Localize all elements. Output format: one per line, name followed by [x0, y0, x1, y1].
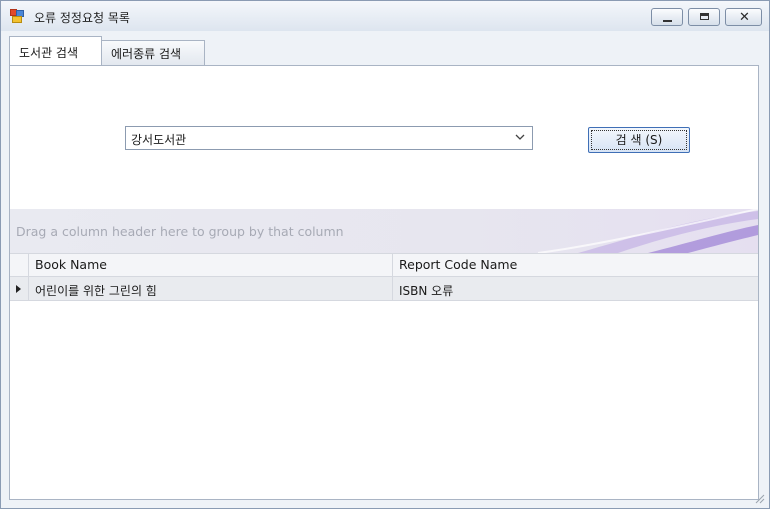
- tab-library-search[interactable]: 도서관 검색: [9, 36, 102, 65]
- column-header-report-code-name[interactable]: Report Code Name: [394, 254, 758, 276]
- results-grid: Drag a column header here to group by th…: [10, 209, 758, 499]
- row-indicator-header: [10, 254, 29, 276]
- table-row[interactable]: 어린이를 위한 그린의 힘 ISBN 오류: [10, 277, 758, 301]
- column-header-book-name[interactable]: Book Name: [29, 254, 393, 276]
- grid-header: Book Name Report Code Name: [10, 253, 758, 277]
- search-button-label: 검 색 (S): [591, 130, 687, 150]
- cell-book-name[interactable]: 어린이를 위한 그린의 힘: [29, 277, 393, 300]
- group-panel-decoration: [538, 209, 758, 253]
- app-icon: [10, 9, 24, 23]
- group-panel[interactable]: Drag a column header here to group by th…: [10, 209, 758, 253]
- title-bar[interactable]: 오류 정정요청 목록 ✕: [1, 1, 769, 31]
- close-icon: ✕: [739, 10, 750, 25]
- minimize-button[interactable]: [651, 8, 683, 26]
- library-select-value: 강서도서관: [131, 133, 187, 147]
- chevron-down-icon: [515, 134, 525, 140]
- minimize-icon: [663, 20, 672, 22]
- current-row-arrow-icon: [16, 285, 21, 293]
- group-panel-hint: Drag a column header here to group by th…: [16, 224, 344, 239]
- resize-grip-icon[interactable]: [753, 492, 765, 504]
- maximize-icon: [700, 13, 709, 20]
- tab-error-type-search[interactable]: 에러종류 검색: [101, 40, 205, 65]
- library-select[interactable]: 강서도서관: [125, 126, 533, 150]
- tab-page-library-search: 강서도서관 검 색 (S) Drag a column header here …: [9, 65, 759, 500]
- app-window: 오류 정정요청 목록 ✕ 도서관 검색 에러종류 검색 강서도서관 검 색 (S…: [0, 0, 770, 509]
- close-button[interactable]: ✕: [725, 8, 762, 26]
- maximize-button[interactable]: [688, 8, 720, 26]
- row-indicator: [10, 277, 29, 300]
- search-button[interactable]: 검 색 (S): [588, 127, 690, 153]
- cell-report-code-name[interactable]: ISBN 오류: [394, 277, 758, 300]
- window-title: 오류 정정요청 목록: [34, 11, 130, 25]
